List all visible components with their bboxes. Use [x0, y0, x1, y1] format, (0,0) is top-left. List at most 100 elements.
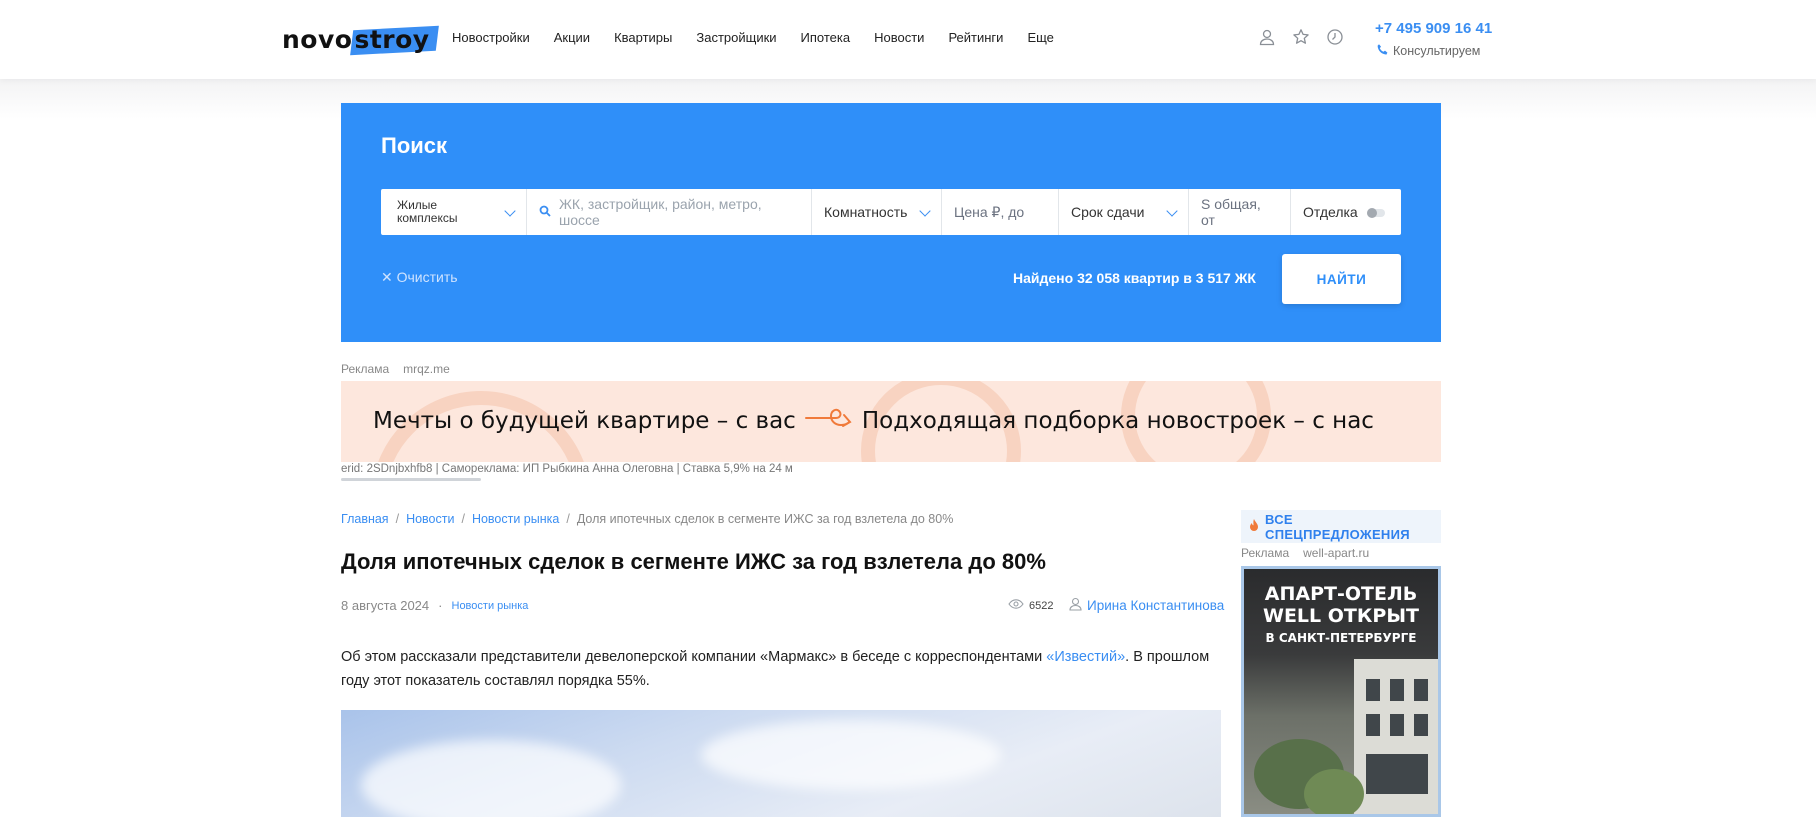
ad-domain[interactable]: mrqz.me	[403, 362, 450, 376]
ad-label: Реклама mrqz.me	[341, 362, 450, 376]
ad-erid: erid: 2SDnjbxhfb8 | Самореклама: ИП Рыбк…	[341, 463, 793, 475]
breadcrumb: Главная / Новости / Новости рынка / Доля ипоте…	[341, 512, 953, 526]
finish-toggle[interactable]	[1367, 208, 1385, 218]
header-icons	[1258, 28, 1344, 46]
breadcrumb-separator: /	[461, 512, 465, 526]
finish-toggle-field[interactable]: Отделка	[1291, 189, 1401, 235]
deadline-select[interactable]: Срок сдачи	[1059, 189, 1189, 235]
search-title: Поиск	[381, 133, 448, 158]
special-offers-label: ВСЕ СПЕЦПРЕДЛОЖЕНИЯ	[1265, 511, 1410, 542]
logo-text-novo: novo	[282, 24, 353, 54]
breadcrumb-home[interactable]: Главная	[341, 512, 389, 526]
author-name: Ирина Константинова	[1087, 598, 1225, 613]
area-input[interactable]: S общая, от	[1189, 189, 1291, 235]
breadcrumb-separator: /	[395, 512, 400, 526]
logo-text-stroy-wrap: stroy	[352, 25, 433, 54]
nav-item-eshche[interactable]: Еще	[1027, 30, 1053, 45]
rooms-select[interactable]: Комнатность	[812, 189, 942, 235]
sidebar-banner-headline: АПАРТ-ОТЕЛЬ WELL ОТКРЫТ	[1244, 583, 1438, 627]
article-meta: 8 августа 2024 · Новости рынка	[341, 598, 528, 613]
erid-scrollbar[interactable]	[341, 478, 481, 481]
search-input-placeholder: ЖК, застройщик, район, метро, шоссе	[559, 196, 762, 228]
nav-item-novosti[interactable]: Новости	[874, 30, 924, 45]
site-header: novo stroy Новостройки Акции Квартиры Зас…	[0, 0, 1816, 79]
sidebar-ad-domain[interactable]: well-apart.ru	[1303, 546, 1369, 560]
history-icon[interactable]	[1326, 28, 1344, 46]
building-window	[1366, 714, 1380, 736]
rooms-label: Комнатность	[824, 204, 908, 220]
image-decor	[361, 740, 621, 817]
tree-image	[1304, 769, 1364, 814]
type-select[interactable]: Жилые комплексы	[381, 189, 527, 235]
article-views: 6522	[1008, 599, 1053, 612]
sidebar-banner-line2: WELL ОТКРЫТ	[1263, 605, 1419, 627]
logo[interactable]: novo stroy	[282, 22, 434, 56]
nav-item-aktsii[interactable]: Акции	[554, 30, 590, 45]
ad-banner[interactable]: Мечты о будущей квартире – с вас Подходя…	[341, 381, 1441, 462]
article-author[interactable]: Ирина Константинова	[1069, 597, 1224, 614]
article-date: 8 августа 2024	[341, 598, 430, 613]
price-input[interactable]: Цена ₽, до	[942, 189, 1059, 235]
building-window	[1414, 714, 1428, 736]
banner-text-right: Подходящая подборка новостроек – с нас	[861, 408, 1374, 434]
type-select-value: Жилые комплексы	[397, 198, 458, 225]
nav-item-novostroyki[interactable]: Новостройки	[452, 30, 530, 45]
close-icon: ✕	[381, 269, 393, 285]
image-decor	[701, 720, 1001, 790]
views-count: 6522	[1029, 599, 1054, 612]
nav-item-reytingi[interactable]: Рейтинги	[948, 30, 1003, 45]
meta-separator: ·	[438, 598, 443, 613]
search-panel: Поиск Жилые комплексы ЖК, застройщик, ра…	[341, 103, 1441, 342]
special-offers-link[interactable]: ВСЕ СПЕЦПРЕДЛОЖЕНИЯ	[1241, 510, 1441, 543]
search-fields: Жилые комплексы ЖК, застройщик, район, м…	[381, 189, 1401, 235]
article-lead: Об этом рассказали представители девелоп…	[341, 645, 1221, 693]
chevron-down-icon	[1166, 205, 1178, 217]
deadline-label: Срок сдачи	[1071, 204, 1145, 220]
lead-text-1: Об этом рассказали представители девелоп…	[341, 649, 1047, 665]
banner-text-left: Мечты о будущей квартире – с вас	[373, 408, 796, 434]
article-category[interactable]: Новости рынка	[452, 600, 529, 612]
chevron-down-icon	[504, 205, 516, 217]
clear-button[interactable]: ✕ Очистить	[381, 269, 458, 286]
breadcrumb-market-news[interactable]: Новости рынка	[472, 512, 559, 526]
clear-label: Очистить	[396, 269, 458, 285]
sidebar-ad-label-text: Реклама	[1241, 546, 1290, 560]
results-count: Найдено 32 058 квартир в 3 517 ЖК	[1013, 270, 1256, 286]
fire-icon	[1249, 518, 1259, 535]
sidebar-ad-banner[interactable]: АПАРТ-ОТЕЛЬ WELL ОТКРЫТ В САНКТ-ПЕТЕРБУР…	[1241, 566, 1441, 817]
breadcrumb-news[interactable]: Новости	[406, 512, 454, 526]
building-window	[1366, 754, 1428, 794]
price-placeholder: Цена ₽, до	[954, 203, 1025, 220]
nav-item-zastroyshchiki[interactable]: Застройщики	[696, 30, 776, 45]
star-icon[interactable]	[1292, 28, 1310, 46]
consult-label: Консультируем	[1393, 44, 1481, 58]
area-placeholder: S общая, от	[1201, 196, 1261, 228]
find-button[interactable]: НАЙТИ	[1282, 254, 1401, 304]
sidebar-banner-subline: В САНКТ-ПЕТЕРБУРГЕ	[1265, 631, 1417, 645]
building-window	[1414, 679, 1428, 701]
breadcrumb-separator: /	[566, 512, 570, 526]
lead-link-izvestia[interactable]: «Известий»	[1046, 649, 1125, 665]
main-nav: Новостройки Акции Квартиры Застройщики И…	[452, 30, 1078, 45]
chevron-down-icon	[919, 205, 931, 217]
banner-text: Мечты о будущей квартире – с вас Подходя…	[373, 406, 1374, 436]
ad-label-text: Реклама	[341, 362, 390, 376]
user-icon	[1069, 597, 1082, 614]
search-input[interactable]: ЖК, застройщик, район, метро, шоссе	[527, 189, 812, 235]
article-title: Доля ипотечных сделок в сегменте ИЖС за …	[341, 549, 1046, 574]
phone-number[interactable]: +7 495 909 16 41	[1375, 20, 1492, 37]
building-window	[1366, 679, 1380, 701]
consult-link[interactable]: Консультируем	[1376, 43, 1480, 59]
breadcrumb-current: Доля ипотечных сделок в сегменте ИЖС за …	[576, 512, 954, 526]
search-icon	[539, 205, 551, 220]
logo-text-stroy: stroy	[354, 24, 430, 54]
finish-label: Отделка	[1303, 204, 1358, 220]
sidebar-ad-label: Реклама well-apart.ru	[1241, 546, 1369, 560]
building-window	[1390, 714, 1404, 736]
building-window	[1390, 679, 1404, 701]
phone-icon	[1376, 43, 1389, 59]
nav-item-kvartiry[interactable]: Квартиры	[614, 30, 672, 45]
sidebar-banner-line1: АПАРТ-ОТЕЛЬ	[1264, 583, 1418, 605]
nav-item-ipoteka[interactable]: Ипотека	[801, 30, 851, 45]
user-icon[interactable]	[1258, 28, 1276, 46]
